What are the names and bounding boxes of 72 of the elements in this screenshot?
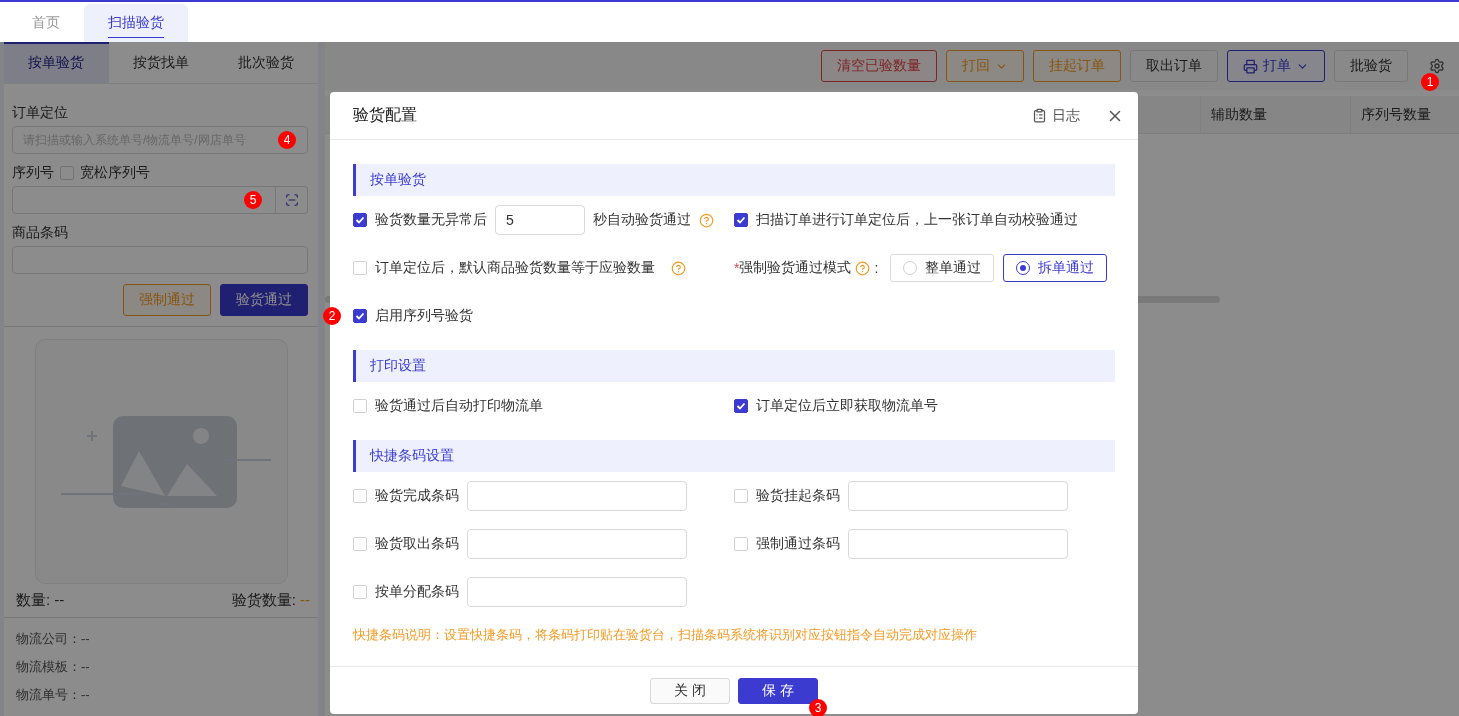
field-label: 商品条码 — [12, 223, 69, 242]
section-header: 打印设置 — [353, 350, 1115, 382]
radio-option[interactable]: 拆单通过 — [1003, 254, 1108, 282]
option-label: 验货通过后自动打印物流单 — [375, 397, 543, 415]
barcode-input[interactable] — [848, 529, 1068, 559]
option-label: 验货数量无异常后 — [375, 211, 487, 229]
note-text: 快捷条码说明：设置快捷条码，将条码打印贴在验货台，扫描条码系统将识别对应按钮指令自动完成对应操作 — [353, 626, 978, 644]
toolbar-button[interactable]: 打单 — [1227, 50, 1325, 82]
pass-button[interactable]: 验货通过 — [220, 283, 308, 316]
info-text: 物流模板：-- — [16, 658, 91, 676]
checkbox[interactable] — [734, 213, 748, 227]
scan-button[interactable] — [276, 185, 308, 214]
quantity-value: -- — [54, 590, 65, 608]
option-label: 订单定位后，默认商品验货数量等于应验数量 — [375, 259, 655, 277]
option-label: 启用序列号验货 — [375, 307, 473, 325]
field-label: 订单定位 — [12, 103, 69, 122]
colon: : — [874, 260, 879, 276]
field-label: 序列号 — [12, 163, 54, 182]
scan-icon — [284, 192, 299, 207]
section-header: 快捷条码设置 — [353, 440, 1115, 472]
serial-input[interactable] — [12, 185, 276, 214]
quantity-label: 数量: — [16, 590, 51, 608]
mode-tab[interactable]: 批次验货 — [213, 42, 318, 83]
field-label: 宽松序列号 — [80, 163, 150, 182]
column-header: 辅助数量 — [1200, 96, 1350, 133]
quantity-label: 验货数量: — [231, 590, 296, 608]
option-label: 按单分配条码 — [375, 583, 459, 601]
quantity-value: -- — [300, 590, 310, 608]
option-label: 验货取出条码 — [375, 535, 459, 553]
check-icon — [736, 215, 746, 225]
seconds-input[interactable]: 5 — [495, 205, 585, 235]
check-icon — [355, 215, 365, 225]
option-label: 强制通过条码 — [756, 535, 840, 553]
option-label: 订单定位后立即获取物流单号 — [756, 397, 938, 415]
help-icon[interactable] — [671, 260, 686, 276]
help-icon[interactable] — [699, 212, 714, 228]
radio-option[interactable]: 整单通过 — [890, 254, 995, 282]
barcode-input[interactable] — [467, 529, 687, 559]
option-label: 秒自动验货通过 — [593, 211, 691, 229]
dialog-button[interactable]: 保 存 — [738, 677, 818, 704]
mode-tab[interactable]: 按单验货 — [4, 42, 109, 83]
checkbox[interactable] — [353, 213, 367, 227]
info-text: 物流公司：-- — [16, 630, 91, 648]
toolbar-button[interactable]: 批验货 — [1334, 50, 1408, 82]
barcode-input[interactable] — [467, 481, 687, 511]
checkbox[interactable] — [734, 399, 748, 413]
barcode-input[interactable] — [467, 577, 687, 607]
printer-icon — [1243, 58, 1258, 74]
option-label: 强制验货通过模式 — [739, 259, 852, 277]
page-tab[interactable]: 首页 — [8, 4, 84, 42]
option-label: 验货完成条码 — [375, 487, 459, 505]
page-tab[interactable]: 扫描验货 — [84, 4, 188, 42]
log-button[interactable]: 日志 — [1032, 106, 1080, 125]
option-label: 验货挂起条码 — [756, 487, 840, 505]
check-icon — [736, 401, 746, 411]
dialog-title: 验货配置 — [353, 105, 418, 125]
help-icon[interactable] — [855, 260, 871, 276]
checkbox[interactable] — [353, 309, 367, 323]
clipboard-icon — [1032, 108, 1047, 123]
info-text: 物流单号：-- — [16, 686, 91, 704]
toolbar-button[interactable]: 取出订单 — [1130, 50, 1218, 82]
section-header: 按单验货 — [353, 164, 1115, 196]
column-header: 序列号数量 — [1350, 96, 1459, 133]
settings-icon[interactable] — [1429, 58, 1445, 74]
option-label: 扫描订单进行订单定位后，上一张订单自动校验通过 — [756, 211, 1078, 229]
number-badge: 2 — [323, 307, 341, 325]
toolbar-button[interactable]: 清空已验数量 — [821, 50, 937, 82]
check-icon — [355, 311, 365, 321]
barcode-input[interactable] — [848, 481, 1068, 511]
required-mark: * — [734, 260, 740, 276]
dialog-button[interactable]: 关 闭 — [650, 677, 730, 704]
number-badge: 1 — [1421, 73, 1439, 91]
